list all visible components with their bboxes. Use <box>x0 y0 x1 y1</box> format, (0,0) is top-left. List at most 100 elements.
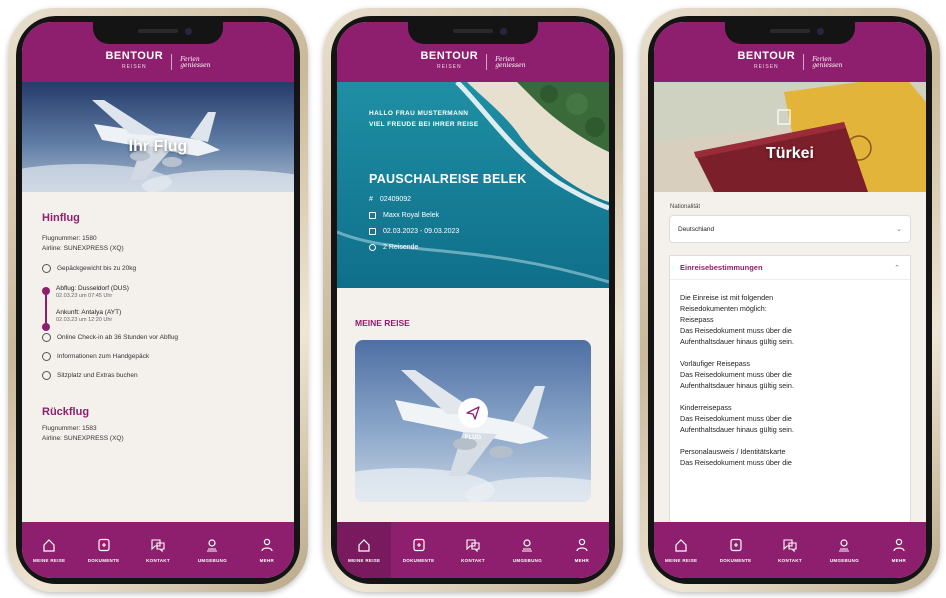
greeting-line2: VIEL FREUDE BEI IHRER REISE <box>369 121 479 128</box>
airline: Airline: SUNEXPRESS (XQ) <box>42 245 124 252</box>
screen-country: BENTOUR REISEN Ferien geniessen Türkei Na… <box>654 22 926 578</box>
nav-label: DOKUMENTE <box>402 558 435 563</box>
brand-script: Ferien geniessen <box>495 55 526 70</box>
brand-sub: REISEN <box>122 64 147 70</box>
nav-item-person[interactable]: MEHR <box>555 522 609 578</box>
document-icon <box>98 538 110 552</box>
nav-item-chat[interactable]: KONTAKT <box>131 522 185 578</box>
nav-item-home[interactable]: MEINE REISE <box>22 522 76 578</box>
accordion-header[interactable]: Einreisebestimmungen ⌃ <box>670 256 910 280</box>
plane-badge <box>458 398 488 428</box>
brand-script: Ferien geniessen <box>812 55 843 70</box>
travelers-row: 2 Reisende <box>369 244 589 251</box>
bottom-nav: MEINE REISE DOKUMENTE KONTAKT UMGEBUNG MEHR <box>22 522 294 578</box>
return-flight-number: Flugnummer: 1583 <box>42 425 97 432</box>
chat-icon <box>151 539 165 553</box>
person-icon <box>261 538 273 552</box>
requirement-paragraph: Vorläufiger Reisepass Das Reisedokument m… <box>680 359 794 390</box>
notch <box>93 22 223 44</box>
chevron-up-icon: ⌃ <box>894 264 900 272</box>
flight-timeline: Abflug: Dusseldorf (DUS) 02.03.23 um 07:… <box>42 285 278 331</box>
passports-image <box>654 82 926 192</box>
hand-luggage-link[interactable]: Informationen zum Handgepäck <box>42 352 278 361</box>
nationality-select[interactable]: Deutschland ⌄ <box>670 216 910 242</box>
hash-icon: # <box>369 196 373 203</box>
nav-item-home[interactable]: MEINE REISE <box>337 522 392 578</box>
brand-script: Ferien geniessen <box>180 55 211 70</box>
home-icon <box>675 539 687 552</box>
brand-logo: BENTOUR REISEN <box>420 50 479 71</box>
hotel-icon <box>369 212 376 219</box>
nav-item-chat[interactable]: KONTAKT <box>763 522 817 578</box>
accordion-title: Einreisebestimmungen <box>680 263 763 272</box>
info-icon <box>42 352 51 361</box>
map-pin-icon <box>522 539 533 552</box>
map-pin-icon <box>839 539 850 552</box>
nav-label: MEHR <box>574 558 590 563</box>
phone-frame-flight: BENTOUR REISEN Feriengeniessen Ihr Flug <box>8 8 308 592</box>
nav-label: UMGEBUNG <box>829 558 859 563</box>
baggage-row: Gepäckgewicht bis zu 20kg <box>42 264 278 273</box>
package-title: PAUSCHALREISE BELEK <box>369 172 527 186</box>
nav-item-chat[interactable]: KONTAKT <box>446 522 500 578</box>
paper-plane-icon <box>466 406 480 420</box>
arrival-dot <box>42 323 50 331</box>
chat-icon <box>783 539 797 553</box>
bottom-nav: MEINE REISE DOKUMENTE KONTAKT UMGEBUNG MEHR <box>337 522 609 578</box>
hotel-row: Maxx Royal Belek <box>369 212 589 219</box>
nav-item-document[interactable]: DOKUMENTE <box>76 522 130 578</box>
checkin-link[interactable]: Online Check-in ab 36 Stunden vor Abflug <box>42 333 278 342</box>
nav-label: DOKUMENTE <box>719 558 752 563</box>
brand-name: BENTOUR <box>105 50 164 62</box>
nationality-value: Deutschland <box>678 225 715 233</box>
nav-label: DOKUMENTE <box>87 558 120 563</box>
trip-summary: HALLO FRAU MUSTERMANN VIEL FREUDE BEI IH… <box>369 108 589 260</box>
calendar-icon <box>369 228 376 235</box>
seat-icon <box>42 371 51 380</box>
phone-frame-country: BENTOUR REISEN Ferien geniessen Türkei Na… <box>640 8 940 592</box>
dates-row: 02.03.2023 - 09.03.2023 <box>369 228 589 235</box>
nav-item-map-pin[interactable]: UMGEBUNG <box>500 522 554 578</box>
return-airline: Airline: SUNEXPRESS (XQ) <box>42 435 124 442</box>
person-icon <box>893 538 905 552</box>
nav-item-map-pin[interactable]: UMGEBUNG <box>817 522 871 578</box>
requirement-paragraph: Kinderreisepass Das Reisedokument muss üb… <box>680 403 794 434</box>
nav-label: UMGEBUNG <box>512 558 542 563</box>
flight-hero-image: Ihr Flug <box>22 82 294 192</box>
seat-booking-link[interactable]: Sitzplatz und Extras buchen <box>42 371 278 380</box>
nav-item-home[interactable]: MEINE REISE <box>654 522 708 578</box>
flight-number: Flugnummer: 1580 <box>42 235 97 242</box>
checkin-icon <box>42 333 51 342</box>
nav-item-document[interactable]: DOKUMENTE <box>391 522 445 578</box>
nav-label: MEINE REISE <box>665 558 698 563</box>
nav-item-person[interactable]: MEHR <box>872 522 926 578</box>
screen-flight: BENTOUR REISEN Feriengeniessen Ihr Flug <box>22 22 294 578</box>
flight-card-label: FLUG <box>464 435 482 441</box>
document-icon <box>413 538 425 552</box>
document-icon <box>730 538 742 552</box>
luggage-icon <box>42 264 51 273</box>
nav-item-map-pin[interactable]: UMGEBUNG <box>185 522 239 578</box>
person-icon <box>576 538 588 552</box>
nationality-label: Nationalität <box>670 204 701 210</box>
nav-label: KONTAKT <box>778 558 802 563</box>
home-icon <box>43 539 55 552</box>
nav-label: KONTAKT <box>461 558 485 563</box>
nav-label: MEHR <box>259 558 275 563</box>
requirement-paragraph: Die Einreise ist mit folgenden Reisedokum… <box>680 293 794 346</box>
nav-item-document[interactable]: DOKUMENTE <box>708 522 762 578</box>
nav-item-person[interactable]: MEHR <box>240 522 294 578</box>
nav-label: MEHR <box>891 558 907 563</box>
phone-frame-trip: BENTOUR REISEN Ferien geniessen HALLO FR… <box>323 8 623 592</box>
arrival-entry: Ankunft: Antalya (AYT) 02.03.23 um 12:20… <box>56 309 122 323</box>
entry-requirements-accordion: Einreisebestimmungen ⌃ Die Einreise ist … <box>670 256 910 522</box>
outbound-title: Hinflug <box>42 212 80 224</box>
brand-logo: BENTOUR REISEN <box>737 50 796 71</box>
passport-hero-image: Türkei <box>654 82 926 192</box>
flight-details: Hinflug Flugnummer: 1580 Airline: SUNEXP… <box>42 212 278 444</box>
chevron-down-icon: ⌄ <box>896 226 902 233</box>
country-title: Türkei <box>765 145 814 162</box>
requirement-paragraph: Personalausweis / Identitätskarte Das Rei… <box>680 447 792 467</box>
map-pin-icon <box>207 539 218 552</box>
flight-card[interactable]: FLUG <box>355 340 591 502</box>
